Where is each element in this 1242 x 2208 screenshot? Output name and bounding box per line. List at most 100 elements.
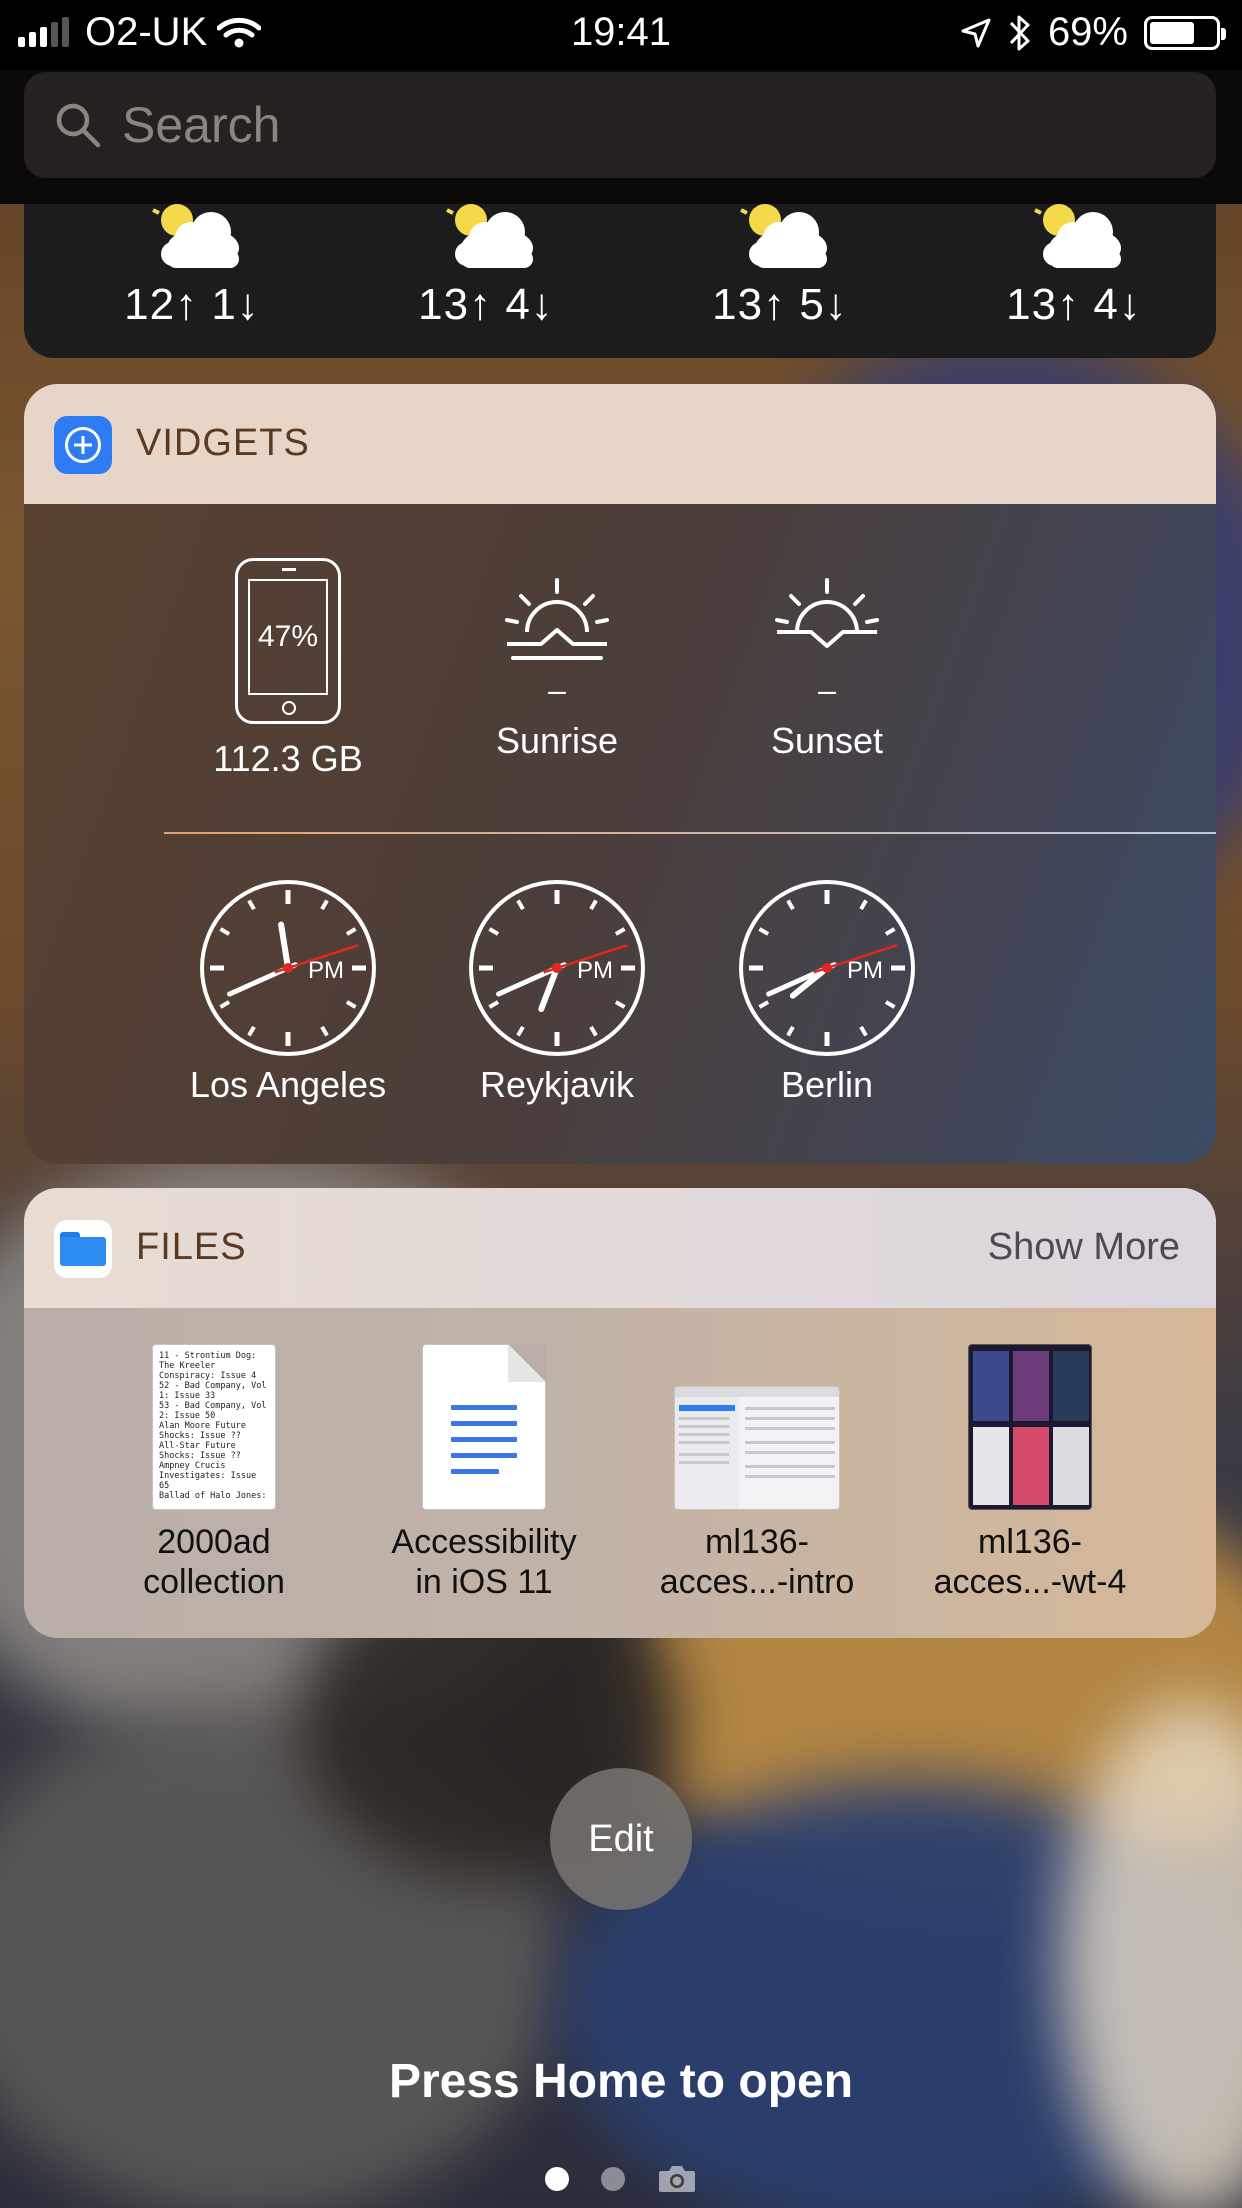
sunrise-icon — [505, 578, 609, 660]
clock-tick — [488, 1000, 500, 1009]
clock-tick — [345, 927, 357, 936]
storage-tile[interactable]: 47% 112.3 GB — [158, 558, 418, 780]
weather-widget[interactable]: 12↑ 1↓ 13↑ 4↓ 13↑ 5↓ 13↑ 4↓ — [24, 204, 1216, 358]
search-input[interactable] — [120, 95, 1174, 155]
clock-tick — [345, 1000, 357, 1009]
clock-tick — [758, 927, 770, 936]
weather-day: 12↑ 1↓ — [72, 204, 312, 330]
weather-temp-range: 13↑ 4↓ — [418, 280, 554, 329]
battery-icon — [1144, 15, 1226, 50]
partly-cloudy-icon — [740, 204, 827, 268]
analog-clock-icon: PM — [200, 880, 376, 1056]
files-title: FILES — [136, 1226, 247, 1268]
search-icon — [56, 103, 101, 148]
clock-city: Berlin — [780, 1064, 874, 1105]
file-name: ml136- acces...-wt-4 — [933, 1523, 1127, 1601]
clock-tick — [516, 899, 525, 911]
file-item[interactable]: ml136- acces...-intro — [627, 1344, 887, 1602]
clock-center — [283, 963, 293, 973]
clock-tick — [786, 899, 795, 911]
document-icon — [422, 1344, 546, 1510]
camera-icon[interactable] — [657, 2164, 697, 2194]
phone-storage-icon: 47% — [235, 558, 341, 724]
battery-percent: 69% — [1047, 10, 1128, 54]
weather-temp-range: 13↑ 4↓ — [1006, 280, 1142, 329]
clock-tick — [247, 899, 256, 911]
vidgets-widget[interactable]: VIDGETS 47% 112.3 GB – Sunrise – Sunset … — [24, 384, 1216, 1164]
clock-tick — [320, 1025, 329, 1037]
storage-label: 112.3 GB — [213, 738, 363, 779]
partly-cloudy-icon — [152, 204, 239, 268]
weather-day: 13↑ 4↓ — [366, 204, 606, 330]
vidgets-title: VIDGETS — [136, 422, 310, 464]
clock-center — [552, 963, 562, 973]
file-item[interactable]: 11 - Strontium Dog: The Kreeler Conspira… — [84, 1344, 344, 1602]
analog-clock-icon: PM — [469, 880, 645, 1056]
weather-temp-range: 12↑ 1↓ — [124, 280, 260, 329]
vidgets-divider — [164, 832, 1216, 834]
press-home-hint: Press Home to open — [388, 2055, 854, 2108]
sunrise-label: Sunrise — [495, 720, 619, 761]
file-thumbnail — [968, 1344, 1092, 1510]
clock-center — [822, 963, 832, 973]
clock-tick — [488, 927, 500, 936]
clock-tick — [786, 1025, 795, 1037]
clock-tile[interactable]: PM Reykjavik — [427, 878, 687, 1106]
partly-cloudy-icon — [1034, 204, 1121, 268]
edit-button[interactable]: Edit — [550, 1768, 692, 1910]
sunrise-tile[interactable]: – Sunrise — [427, 570, 687, 762]
show-more-button[interactable]: Show More — [988, 1226, 1180, 1269]
search-area — [0, 70, 1242, 204]
battery-level-fill — [1150, 21, 1195, 44]
clock-hour-hand — [278, 921, 291, 971]
sunset-tile[interactable]: – Sunset — [697, 570, 957, 762]
sunset-icon — [775, 578, 879, 648]
analog-clock-icon: PM — [739, 880, 915, 1056]
vidgets-header[interactable]: VIDGETS — [24, 384, 1216, 504]
clock-tick — [884, 927, 896, 936]
clock-tick — [859, 1025, 868, 1037]
search-bar[interactable] — [24, 72, 1216, 178]
clock-city: Reykjavik — [479, 1064, 635, 1105]
clock-tick — [516, 1025, 525, 1037]
clock-tick — [859, 899, 868, 911]
clock-tick — [884, 1000, 896, 1009]
clock-tick — [219, 927, 231, 936]
page-dot-active[interactable] — [545, 2167, 569, 2191]
clock-tick — [758, 1000, 770, 1009]
clock-tick — [219, 1000, 231, 1009]
clock-tick — [320, 899, 329, 911]
files-widget[interactable]: FILES Show More 11 - Strontium Dog: The … — [24, 1188, 1216, 1638]
files-app-icon — [54, 1220, 112, 1278]
clock-tick — [247, 1025, 256, 1037]
file-item[interactable]: ml136- acces...-wt-4 — [900, 1344, 1160, 1602]
file-thumbnail: 11 - Strontium Dog: The Kreeler Conspira… — [152, 1344, 276, 1510]
weather-temp-range: 13↑ 5↓ — [712, 280, 848, 329]
file-thumbnail — [674, 1386, 840, 1510]
storage-percent: 47% — [248, 579, 328, 695]
bluetooth-icon — [1009, 15, 1030, 50]
vidgets-app-icon — [54, 416, 112, 474]
file-item[interactable]: Accessibility in iOS 11 — [354, 1344, 614, 1602]
sunset-time: – — [818, 672, 836, 708]
sunrise-time: – — [548, 672, 566, 708]
clock-tick — [589, 1025, 598, 1037]
plus-icon — [65, 427, 101, 463]
clock-tile[interactable]: PM Berlin — [697, 878, 957, 1106]
partly-cloudy-icon — [446, 204, 533, 268]
page-indicator[interactable] — [0, 2164, 1242, 2194]
files-header[interactable]: FILES Show More — [24, 1188, 1216, 1308]
weather-day: 13↑ 4↓ — [954, 204, 1194, 330]
file-name: Accessibility in iOS 11 — [391, 1523, 577, 1601]
status-bar: O2-UK 19:41 69% — [0, 0, 1242, 70]
clock-tick — [614, 1000, 626, 1009]
file-name: 2000ad collection — [143, 1523, 285, 1601]
page-dot[interactable] — [601, 2167, 625, 2191]
clock-tile[interactable]: PM Los Angeles — [158, 878, 418, 1106]
clock-tick — [614, 927, 626, 936]
clock-city: Los Angeles — [189, 1064, 387, 1105]
weather-day: 13↑ 5↓ — [660, 204, 900, 330]
folder-icon — [60, 1232, 106, 1266]
clock-tick — [589, 899, 598, 911]
location-arrow-icon — [961, 18, 991, 47]
